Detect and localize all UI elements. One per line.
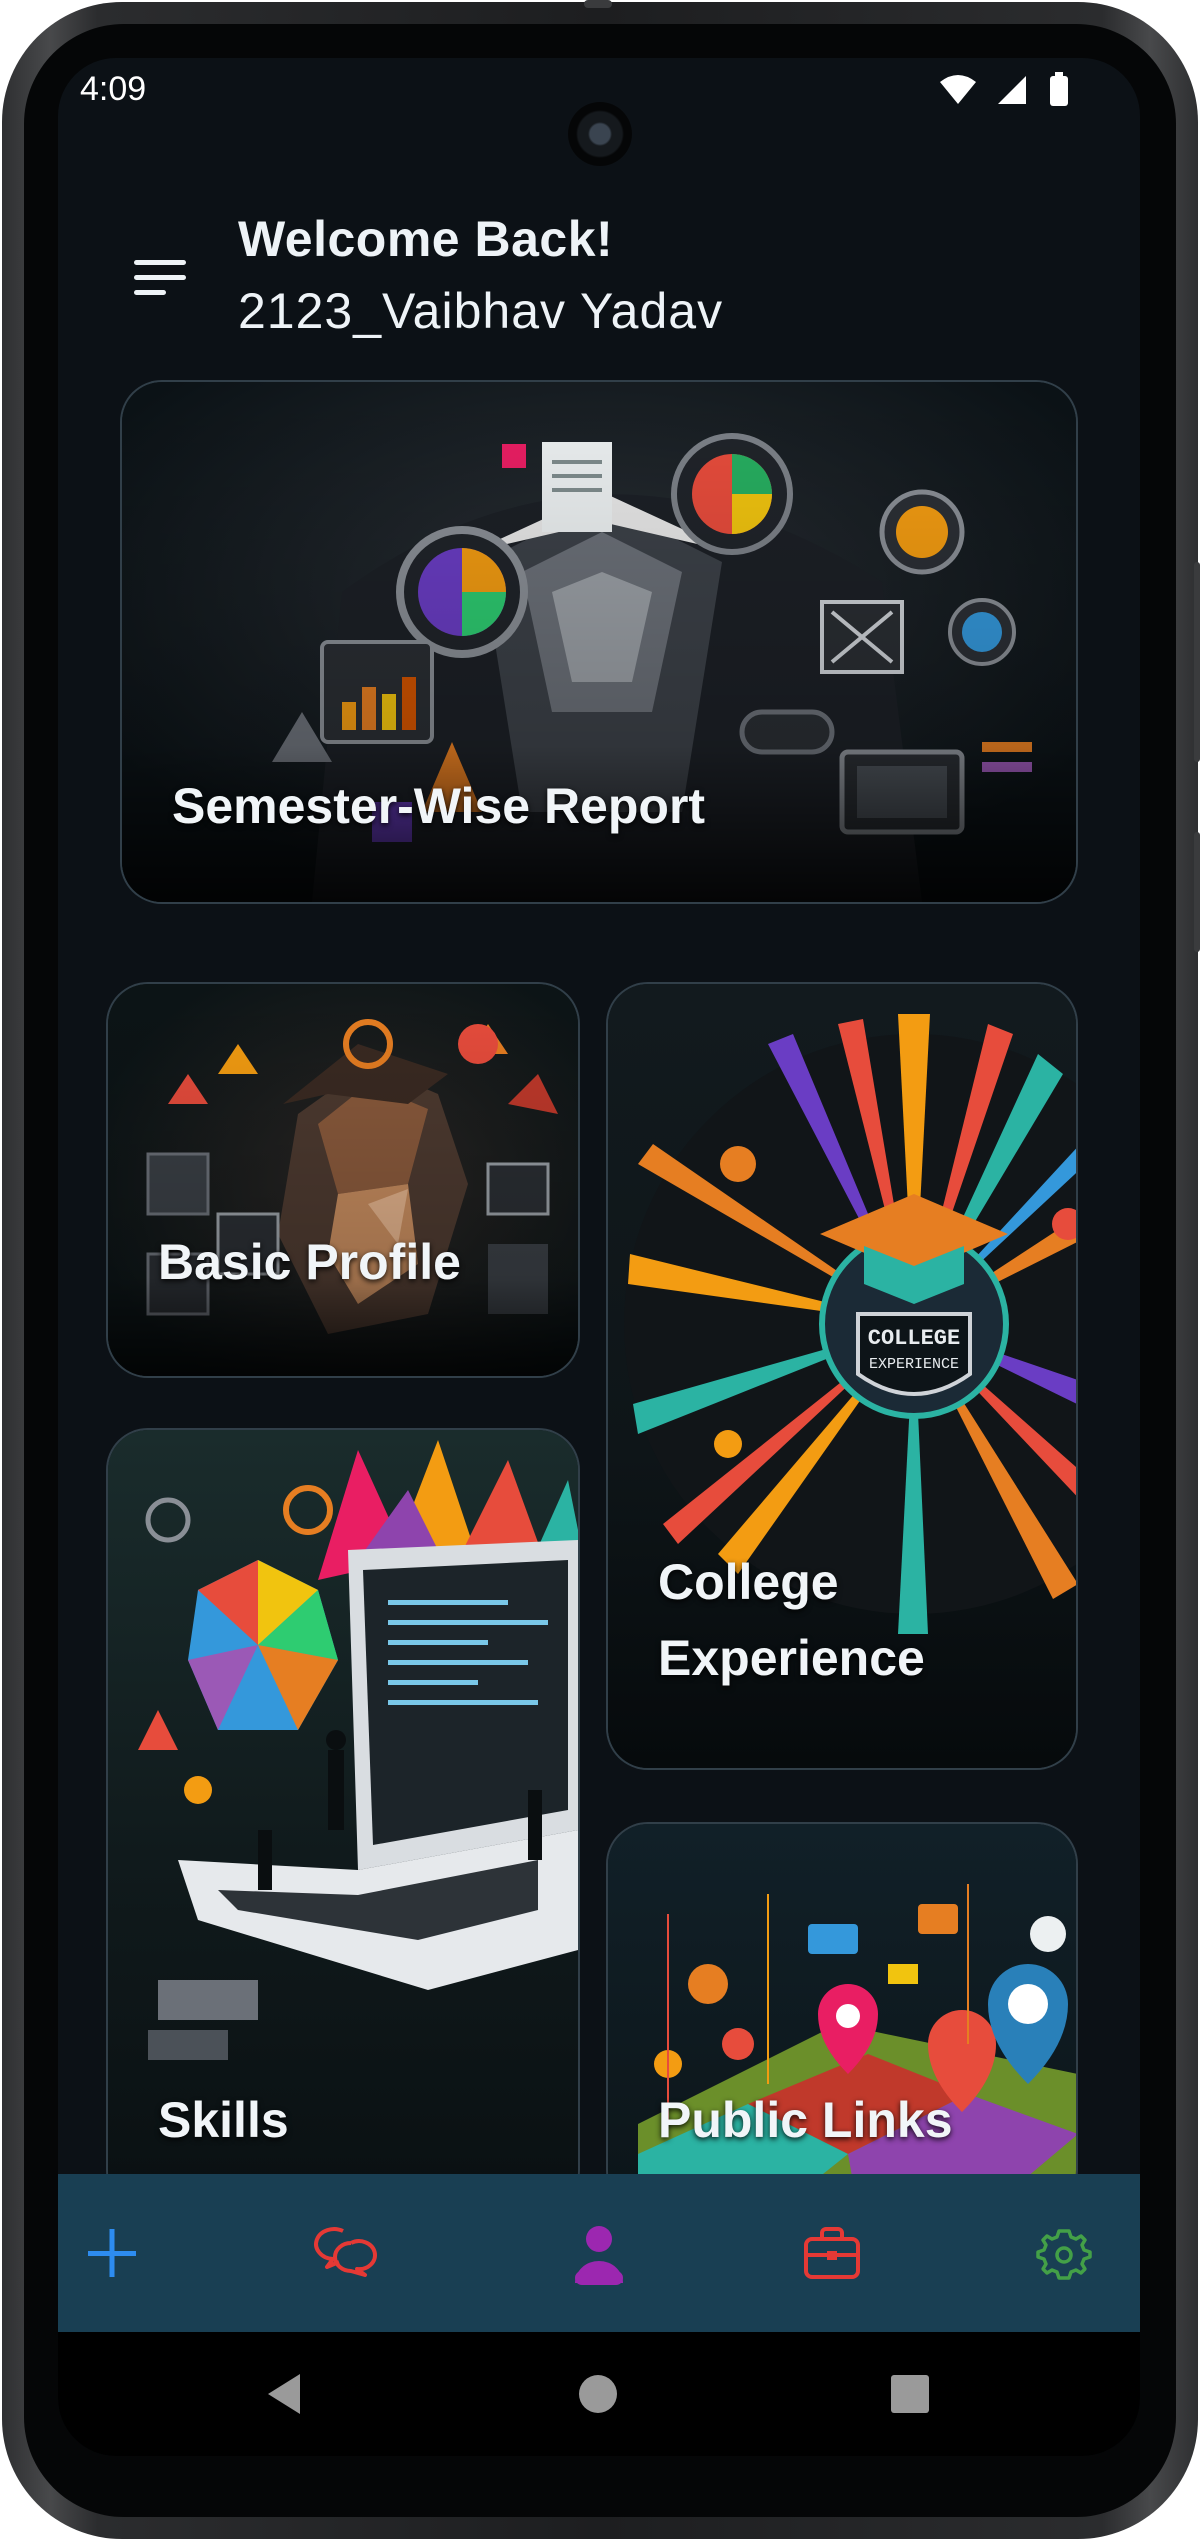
semester-report-label: Semester-Wise Report — [172, 778, 706, 834]
welcome-heading: Welcome Back! — [238, 211, 614, 267]
semester-report-card[interactable]: Semester-Wise Report — [120, 380, 1078, 904]
profile-icon — [575, 2226, 623, 2285]
settings-gear-icon — [1036, 2229, 1092, 2280]
skills-card[interactable]: Skills — [106, 1428, 580, 2212]
nav-settings-button[interactable] — [1024, 2213, 1104, 2293]
chat-bubbles-icon — [314, 2227, 377, 2277]
college-badge-text-line1: COLLEGE — [868, 1326, 960, 1351]
home-circle-icon — [579, 2375, 617, 2413]
public-links-label: Public Links — [658, 2092, 953, 2148]
recents-button[interactable] — [884, 2368, 936, 2420]
back-triangle-icon — [268, 2374, 300, 2414]
username-text: 2123_Vaibhav Yadav — [238, 283, 724, 339]
power-button — [1194, 562, 1200, 762]
volume-button — [1194, 832, 1200, 952]
app-header: Welcome Back! 2123_Vaibhav Yadav — [58, 158, 1140, 358]
system-navigation-bar — [58, 2332, 1140, 2456]
bottom-navigation-bar — [58, 2174, 1140, 2332]
hamburger-menu-icon — [134, 260, 186, 295]
college-badge-text-line2: EXPERIENCE — [869, 1356, 959, 1373]
status-time: 4:09 — [80, 70, 147, 108]
public-links-card[interactable]: Public Links — [606, 1822, 1078, 2212]
nav-briefcase-button[interactable] — [792, 2213, 872, 2293]
top-notch-edge — [584, 0, 612, 8]
college-experience-label-line2: Experience — [658, 1630, 925, 1686]
basic-profile-card[interactable]: Basic Profile — [106, 982, 580, 1378]
nav-add-button[interactable] — [72, 2213, 152, 2293]
wifi-icon — [940, 75, 976, 104]
college-experience-label-line1: College — [658, 1554, 839, 1610]
basic-profile-label: Basic Profile — [158, 1234, 461, 1290]
nav-chat-button[interactable] — [307, 2213, 387, 2293]
front-camera — [568, 102, 632, 166]
menu-button[interactable] — [128, 250, 192, 306]
briefcase-icon — [804, 2227, 860, 2279]
status-icons — [938, 72, 1088, 108]
nav-profile-button[interactable] — [559, 2213, 639, 2293]
add-icon — [88, 2229, 136, 2277]
college-experience-card[interactable]: COLLEGE EXPERIENCE College Experience — [606, 982, 1078, 1770]
skills-label: Skills — [158, 2092, 289, 2148]
cellular-signal-icon — [998, 76, 1026, 104]
app-screen: 4:09 Welcome Back! 2123_Vaibhav Yadav Se… — [58, 58, 1140, 2456]
recents-square-icon — [891, 2375, 929, 2413]
back-button[interactable] — [260, 2368, 312, 2420]
home-button[interactable] — [572, 2368, 624, 2420]
battery-icon — [1050, 72, 1068, 106]
basic-profile-illustration — [108, 984, 578, 1376]
